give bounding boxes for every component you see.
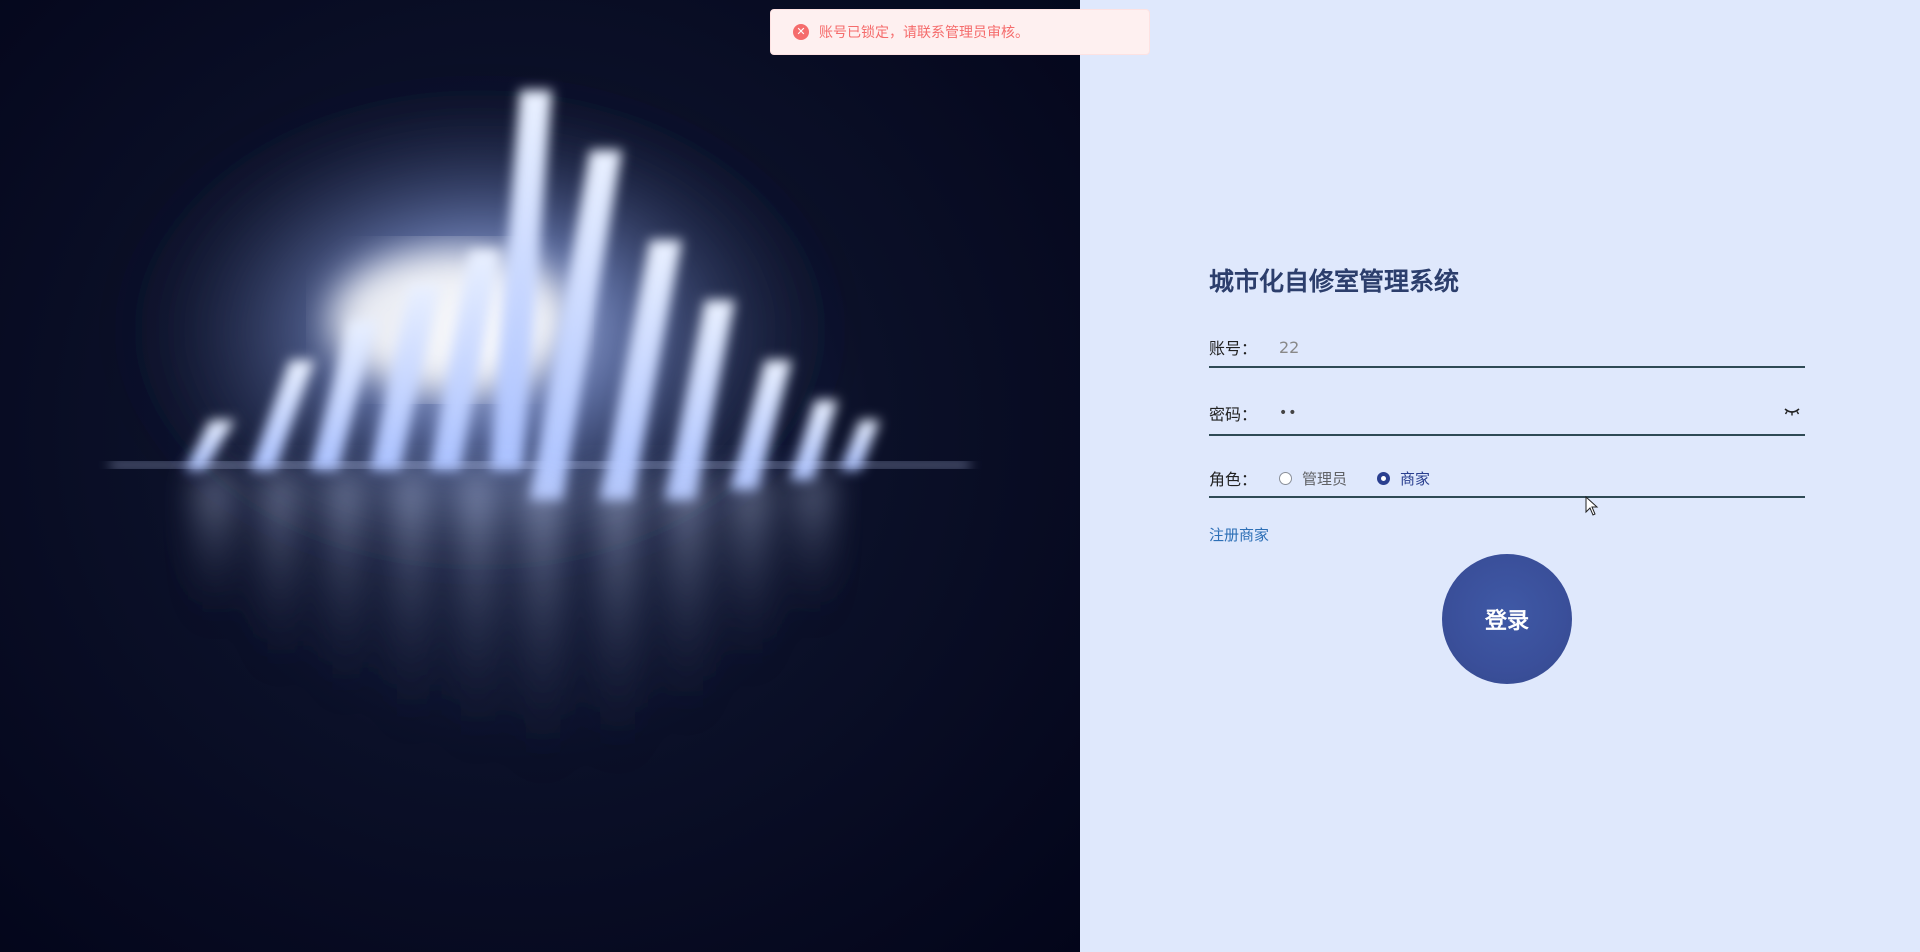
- register-merchant-link[interactable]: 注册商家: [1209, 524, 1269, 545]
- role-radio-merchant[interactable]: 商家: [1377, 468, 1430, 489]
- system-title: 城市化自修室管理系统: [1209, 267, 1460, 296]
- role-radio-group: 管理员 商家: [1279, 468, 1460, 489]
- error-toast: ✕ 账号已锁定，请联系管理员审核。: [770, 9, 1150, 55]
- radio-checked-icon[interactable]: [1377, 471, 1391, 485]
- account-input[interactable]: [1279, 332, 1805, 362]
- error-circle-icon: ✕: [793, 24, 809, 40]
- role-label: 角色：: [1209, 470, 1258, 489]
- radio-unchecked-icon[interactable]: [1279, 471, 1292, 485]
- toast-message: 账号已锁定，请联系管理员审核。: [819, 25, 1029, 41]
- role-row: 角色： 管理员 商家: [1209, 460, 1805, 498]
- role-merchant-label[interactable]: 商家: [1400, 468, 1430, 489]
- role-admin-label[interactable]: 管理员: [1302, 468, 1347, 489]
- login-form: 城市化自修室管理系统 账号： 密码： •• 角色： 管理员: [1209, 260, 1805, 684]
- light-prism-illustration: [100, 70, 970, 775]
- account-row: 账号：: [1209, 328, 1805, 368]
- hero-illustration: [0, 0, 1080, 952]
- eye-closed-icon[interactable]: [1783, 404, 1801, 418]
- mouse-cursor-icon: [1585, 496, 1599, 516]
- password-input[interactable]: ••: [1279, 405, 1805, 421]
- account-label: 账号：: [1209, 339, 1258, 358]
- login-button[interactable]: 登录: [1442, 554, 1572, 684]
- password-label: 密码：: [1209, 405, 1258, 424]
- password-row: 密码： ••: [1209, 392, 1805, 436]
- role-radio-admin[interactable]: 管理员: [1279, 468, 1347, 489]
- login-page: ✕ 账号已锁定，请联系管理员审核。 城市化自修室管理系统 账号： 密码： •• …: [0, 0, 1920, 952]
